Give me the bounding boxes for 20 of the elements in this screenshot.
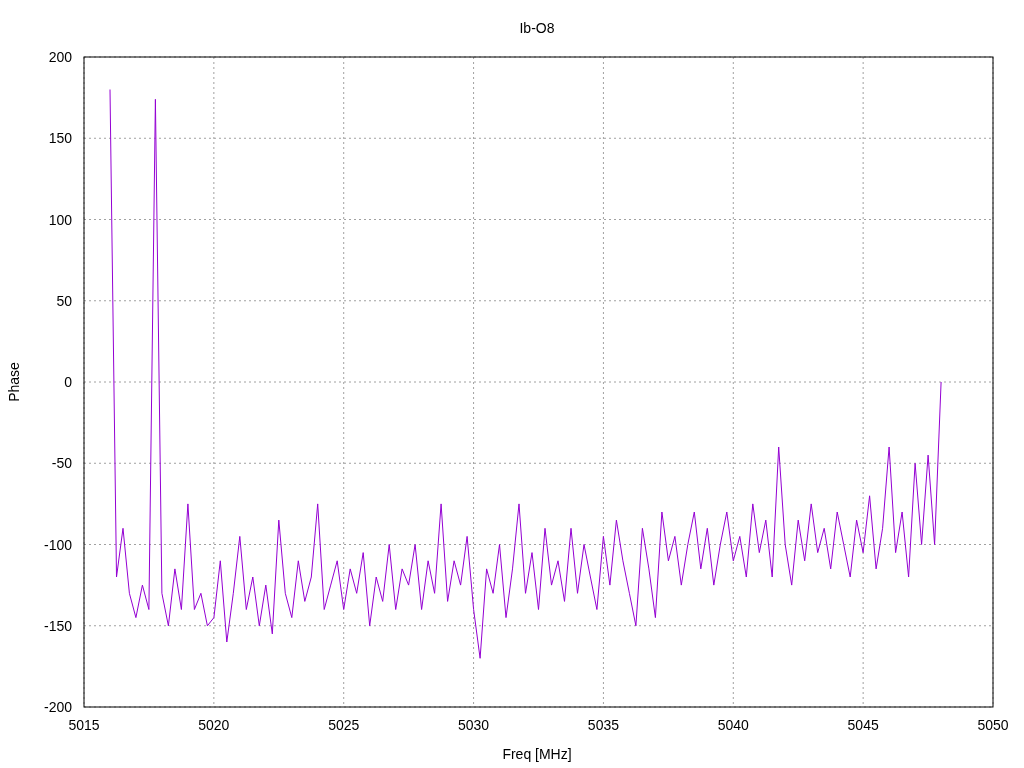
y-tick-label: 50 <box>56 292 72 309</box>
x-tick-label: 5030 <box>458 717 490 733</box>
y-tick-label: -100 <box>43 536 72 553</box>
y-tick-label: 0 <box>64 374 72 390</box>
y-axis-title: Phase <box>6 362 22 402</box>
y-tick-label: 100 <box>48 211 72 228</box>
x-tick-label: 5025 <box>328 717 360 733</box>
x-tick-label: 5015 <box>68 717 100 733</box>
y-tick-label: -50 <box>51 455 72 472</box>
x-axis-title: Freq [MHz] <box>502 746 572 762</box>
x-tick-label: 5045 <box>847 717 879 733</box>
x-tick-label: 5050 <box>977 717 1009 733</box>
y-tick-label: 200 <box>48 49 72 65</box>
x-tick-label: 5020 <box>198 717 230 733</box>
chart-title: Ib-O8 <box>519 20 555 36</box>
x-tick-label: 5040 <box>717 717 749 733</box>
x-tick-label: 5035 <box>587 717 619 733</box>
y-tick-label: -150 <box>43 617 72 634</box>
y-tick-label: 150 <box>48 130 72 147</box>
y-tick-label: -200 <box>43 699 72 715</box>
